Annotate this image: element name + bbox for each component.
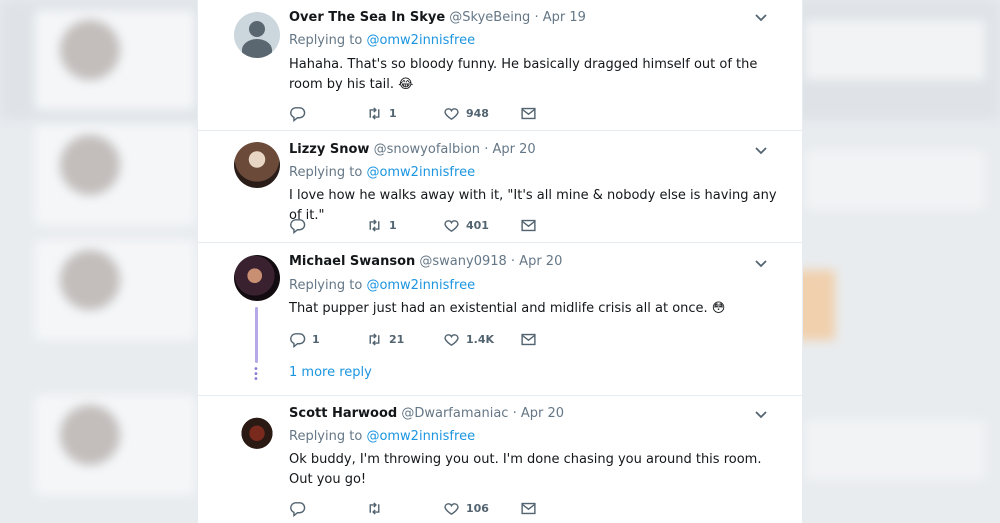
replying-to: Replying to @omw2innisfree <box>289 278 476 293</box>
tweet[interactable]: • • • Michael Swanson @swany0918 · Apr 20 … <box>198 243 802 396</box>
display-name[interactable]: Over The Sea In Skye <box>289 10 445 25</box>
retweet-count: 1 <box>389 219 397 232</box>
reply-button[interactable]: 1 <box>289 331 366 348</box>
replying-to-handle[interactable]: @omw2innisfree <box>366 429 475 444</box>
reply-icon <box>290 333 306 348</box>
timestamp[interactable]: · Apr 20 <box>511 254 562 269</box>
more-replies-link[interactable]: 1 more reply <box>289 365 372 380</box>
like-button[interactable]: 106 <box>443 500 520 517</box>
heart-icon <box>444 220 459 233</box>
retweet-button[interactable]: 1 <box>366 105 443 122</box>
timestamp[interactable]: · Apr 20 <box>484 142 535 157</box>
timestamp[interactable]: · Apr 19 <box>534 10 585 25</box>
avatar[interactable] <box>234 255 280 301</box>
reply-icon <box>290 502 306 517</box>
heart-icon <box>444 334 459 347</box>
chevron-down-icon[interactable] <box>754 407 768 425</box>
avatar[interactable] <box>234 142 280 188</box>
tweet-actions: 1 21 1.4K <box>289 331 597 348</box>
like-count: 1.4K <box>466 333 495 346</box>
retweet-button[interactable] <box>366 500 443 517</box>
display-name[interactable]: Lizzy Snow <box>289 142 369 157</box>
envelope-icon <box>521 502 536 515</box>
like-count: 948 <box>466 107 489 120</box>
replying-to: Replying to @omw2innisfree <box>289 429 476 444</box>
tweet-text: Hahaha. That's so bloody funny. He basic… <box>289 57 758 92</box>
retweet-icon <box>369 333 380 346</box>
tweet[interactable]: Lizzy Snow @snowyofalbion · Apr 20 Reply… <box>198 131 802 243</box>
tweet-actions: 1 401 <box>289 217 597 234</box>
user-handle[interactable]: @Dwarfamaniac <box>401 406 508 421</box>
like-button[interactable]: 1.4K <box>443 331 520 348</box>
retweet-count: 21 <box>389 333 405 346</box>
retweet-icon <box>369 219 380 232</box>
tweet[interactable]: Scott Harwood @Dwarfamaniac · Apr 20 Rep… <box>198 396 802 523</box>
envelope-icon <box>521 219 536 232</box>
chevron-down-icon[interactable] <box>754 10 768 28</box>
replying-to-handle[interactable]: @omw2innisfree <box>366 33 475 48</box>
user-handle[interactable]: @snowyofalbion <box>374 142 480 157</box>
chevron-down-icon[interactable] <box>754 256 768 274</box>
display-name[interactable]: Scott Harwood <box>289 406 397 421</box>
avatar[interactable] <box>234 408 280 454</box>
avatar[interactable] <box>234 12 280 58</box>
reply-button[interactable] <box>289 217 366 234</box>
direct-message-button[interactable] <box>520 331 597 348</box>
timestamp[interactable]: · Apr 20 <box>513 406 564 421</box>
replying-to: Replying to @omw2innisfree <box>289 165 476 180</box>
like-button[interactable]: 401 <box>443 217 520 234</box>
retweet-icon <box>369 502 380 515</box>
retweet-icon <box>369 107 380 120</box>
replying-to-handle[interactable]: @omw2innisfree <box>366 165 475 180</box>
heart-icon <box>444 108 459 121</box>
reply-feed: Over The Sea In Skye @SkyeBeing · Apr 19… <box>197 0 803 523</box>
envelope-icon <box>521 107 536 120</box>
like-count: 106 <box>466 502 489 515</box>
like-button[interactable]: 948 <box>443 105 520 122</box>
thread-dots: • • • <box>253 364 259 385</box>
tweet-actions: 1 948 <box>289 105 597 122</box>
reply-button[interactable] <box>289 105 366 122</box>
envelope-icon <box>521 333 536 346</box>
reply-icon <box>290 219 306 234</box>
tweet-text: Ok buddy, I'm throwing you out. I'm done… <box>289 452 762 487</box>
chevron-down-icon[interactable] <box>754 143 768 161</box>
retweet-button[interactable]: 21 <box>366 331 443 348</box>
heart-icon <box>444 503 459 516</box>
tweet[interactable]: Over The Sea In Skye @SkyeBeing · Apr 19… <box>198 0 802 131</box>
reply-count: 1 <box>312 333 320 346</box>
direct-message-button[interactable] <box>520 500 597 517</box>
tweet-text: That pupper just had an existential and … <box>289 301 726 316</box>
direct-message-button[interactable] <box>520 217 597 234</box>
like-count: 401 <box>466 219 489 232</box>
reply-button[interactable] <box>289 500 366 517</box>
replying-to-handle[interactable]: @omw2innisfree <box>366 278 475 293</box>
replying-to: Replying to @omw2innisfree <box>289 33 476 48</box>
thread-line <box>255 307 258 363</box>
reply-icon <box>290 107 306 122</box>
display-name[interactable]: Michael Swanson <box>289 254 415 269</box>
tweet-actions: 106 <box>289 500 597 517</box>
retweet-button[interactable]: 1 <box>366 217 443 234</box>
direct-message-button[interactable] <box>520 105 597 122</box>
retweet-count: 1 <box>389 107 397 120</box>
user-handle[interactable]: @swany0918 <box>419 254 506 269</box>
user-handle[interactable]: @SkyeBeing <box>449 10 530 25</box>
